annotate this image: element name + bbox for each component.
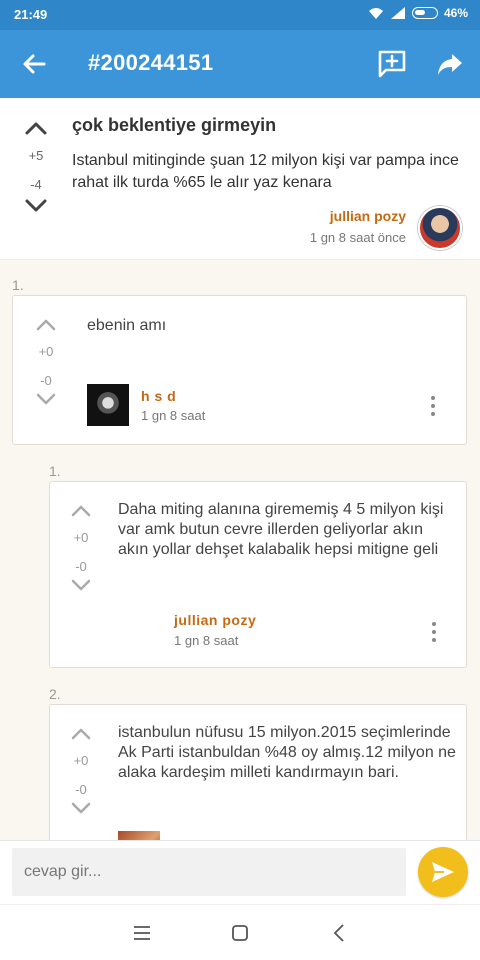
- system-nav-bar: [0, 904, 480, 960]
- page-title: #200244151: [88, 50, 214, 75]
- downvote-count: -0: [75, 782, 87, 797]
- downvote-icon[interactable]: [66, 797, 96, 819]
- comment-vote: +0 -0: [66, 723, 96, 819]
- comment-index: 1.: [12, 277, 24, 293]
- comment-text: istanbulun nüfusu 15 milyon.2015 seçimle…: [118, 724, 456, 781]
- status-time: 21:49: [14, 7, 48, 22]
- downvote-icon[interactable]: [31, 388, 61, 410]
- comment-vote: +0 -0: [31, 314, 61, 410]
- back-arrow-icon[interactable]: [18, 48, 50, 80]
- entry-author[interactable]: jullian pozy: [330, 208, 406, 224]
- status-bar: 21:49 46%: [0, 0, 480, 30]
- battery-percent: 46%: [443, 6, 468, 20]
- downvote-count: -4: [30, 177, 42, 192]
- entry-header: +5 -4 çok beklentiye girmeyin Istanbul m…: [0, 98, 480, 260]
- avatar[interactable]: [418, 206, 462, 250]
- comment-time: 1 gn 8 saat: [174, 633, 239, 648]
- home-icon[interactable]: [228, 921, 252, 945]
- user-avatar[interactable]: [87, 384, 129, 426]
- wifi-icon: [368, 8, 383, 19]
- more-options-icon[interactable]: [428, 622, 440, 648]
- downvote-icon[interactable]: [20, 192, 52, 218]
- upvote-count: +0: [38, 344, 54, 359]
- send-icon: [432, 862, 454, 882]
- reply-bar: [0, 840, 480, 904]
- downvote-count: -0: [40, 373, 52, 388]
- downvote-icon[interactable]: [66, 574, 96, 596]
- reply-input[interactable]: [12, 848, 406, 896]
- upvote-icon[interactable]: [20, 116, 52, 142]
- comment-text: ebenin amı: [87, 317, 167, 334]
- menu-icon[interactable]: [130, 921, 154, 945]
- entry-title: çok beklentiye girmeyin: [72, 115, 277, 135]
- status-icons: 46%: [368, 6, 468, 20]
- entry-vote: +5 -4: [20, 116, 52, 218]
- comment-time: 1 gn 8 saat: [141, 408, 206, 423]
- comment-text: Daha miting alanına girememiş 4 5 milyon…: [118, 501, 444, 558]
- more-options-icon[interactable]: [427, 396, 439, 422]
- comment-author[interactable]: jullian pozy: [174, 612, 256, 628]
- battery-icon: [411, 7, 438, 19]
- comment-author[interactable]: h s d: [141, 388, 176, 404]
- upvote-icon[interactable]: [66, 723, 96, 745]
- comment-card: +0 -0 Daha miting alanına girememiş 4 5 …: [49, 481, 467, 668]
- upvote-count: +0: [73, 530, 89, 545]
- comment-index: 2.: [49, 686, 61, 702]
- entry-time: 1 gn 8 saat önce: [309, 230, 406, 245]
- comment-vote: +0 -0: [66, 500, 96, 596]
- upvote-count: +5: [28, 148, 44, 163]
- app-bar: #200244151: [0, 30, 480, 98]
- signal-icon: [390, 7, 405, 19]
- comment-index: 1.: [49, 463, 61, 479]
- add-comment-icon[interactable]: [376, 48, 408, 80]
- downvote-count: -0: [75, 559, 87, 574]
- back-icon[interactable]: [328, 921, 352, 945]
- upvote-icon[interactable]: [31, 314, 61, 336]
- send-button[interactable]: [418, 847, 468, 897]
- comment-card: +0 -0 ebenin amı h s d 1 gn 8 saat: [12, 295, 467, 445]
- share-icon[interactable]: [434, 48, 466, 80]
- upvote-count: +0: [73, 753, 89, 768]
- entry-body: Istanbul mitinginde şuan 12 milyon kişi …: [72, 152, 459, 191]
- upvote-icon[interactable]: [66, 500, 96, 522]
